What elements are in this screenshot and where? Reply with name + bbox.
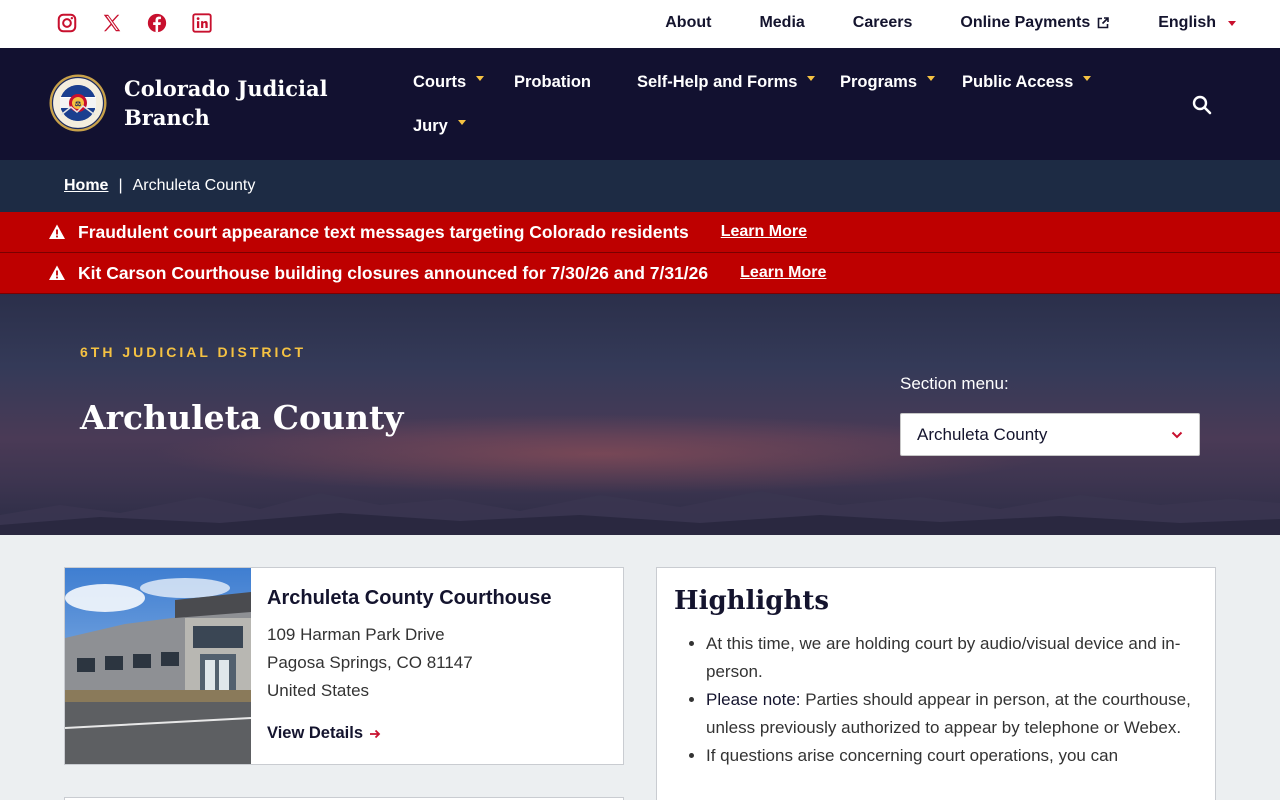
section-menu-select[interactable]: Archuleta County bbox=[900, 413, 1200, 456]
chevron-down-icon bbox=[476, 75, 485, 81]
nav-programs[interactable]: Programs bbox=[840, 68, 936, 96]
search-icon[interactable] bbox=[1190, 93, 1214, 117]
warning-icon bbox=[49, 265, 65, 280]
nav-jury[interactable]: Jury bbox=[413, 112, 466, 140]
arrow-right-icon bbox=[370, 729, 381, 738]
chevron-down-icon bbox=[1083, 75, 1092, 81]
hero-banner: 6TH JUDICIAL DISTRICT Archuleta County S… bbox=[0, 294, 1280, 535]
list-item: If questions arise concerning court oper… bbox=[706, 742, 1196, 770]
warning-icon bbox=[49, 224, 65, 239]
highlights-title: Highlights bbox=[674, 586, 830, 616]
chevron-down-icon bbox=[927, 75, 936, 81]
chevron-down-icon bbox=[1171, 431, 1183, 439]
chevron-down-icon bbox=[1228, 20, 1236, 26]
careers-link[interactable]: Careers bbox=[853, 14, 913, 32]
chevron-down-icon bbox=[807, 75, 816, 81]
courthouse-name[interactable]: Archuleta County Courthouse bbox=[267, 587, 551, 610]
alert-learn-more-link[interactable]: Learn More bbox=[721, 223, 807, 241]
alert-banner: Fraudulent court appearance text message… bbox=[0, 212, 1280, 253]
svg-text:⚖: ⚖ bbox=[75, 99, 82, 108]
nav-probation[interactable]: Probation bbox=[514, 68, 591, 96]
breadcrumb-separator: | bbox=[118, 177, 123, 194]
utility-nav: About Media Careers Online Payments Engl… bbox=[665, 14, 1236, 32]
colorado-courts-seal-logo[interactable]: ⚖ bbox=[49, 74, 107, 132]
page-title: Archuleta County bbox=[80, 398, 404, 437]
address-line: Pagosa Springs, CO 81147 bbox=[267, 653, 473, 672]
highlights-card: Highlights At this time, we are holding … bbox=[656, 567, 1216, 800]
address-line: United States bbox=[267, 681, 370, 700]
about-link[interactable]: About bbox=[665, 14, 711, 32]
linkedin-icon[interactable] bbox=[191, 12, 213, 34]
list-item: At this time, we are holding court by au… bbox=[706, 630, 1196, 686]
section-menu-value: Archuleta County bbox=[917, 424, 1048, 444]
online-payments-link[interactable]: Online Payments bbox=[960, 14, 1110, 32]
alert-text: Kit Carson Courthouse building closures … bbox=[78, 262, 709, 283]
alert-text: Fraudulent court appearance text message… bbox=[78, 221, 689, 242]
alert-learn-more-link[interactable]: Learn More bbox=[740, 264, 826, 282]
language-selector[interactable]: English bbox=[1158, 14, 1236, 32]
x-icon[interactable] bbox=[101, 12, 123, 34]
nav-self-help[interactable]: Self-Help and Forms bbox=[637, 68, 816, 96]
breadcrumb-current: Archuleta County bbox=[132, 177, 256, 194]
courthouse-address: 109 Harman Park Drive Pagosa Springs, CO… bbox=[267, 621, 473, 705]
nav-courts[interactable]: Courts bbox=[413, 68, 485, 96]
media-link[interactable]: Media bbox=[759, 14, 804, 32]
courthouse-photo bbox=[65, 568, 251, 764]
highlights-list: At this time, we are holding court by au… bbox=[706, 630, 1196, 770]
site-name[interactable]: Colorado Judicial Branch bbox=[124, 74, 354, 132]
section-menu-label: Section menu: bbox=[900, 374, 1009, 393]
site-header: ⚖ Colorado Judicial Branch Courts Probat… bbox=[0, 48, 1280, 160]
chevron-down-icon bbox=[457, 119, 466, 125]
social-links bbox=[56, 12, 213, 34]
breadcrumb: Home | Archuleta County bbox=[0, 160, 1280, 212]
district-label: 6TH JUDICIAL DISTRICT bbox=[80, 344, 307, 360]
mountain-silhouette bbox=[0, 491, 1280, 535]
nav-public-access[interactable]: Public Access bbox=[962, 68, 1092, 96]
alert-banner: Kit Carson Courthouse building closures … bbox=[0, 253, 1280, 294]
utility-bar: About Media Careers Online Payments Engl… bbox=[0, 0, 1280, 48]
courthouse-card: Archuleta County Courthouse 109 Harman P… bbox=[64, 567, 624, 765]
instagram-icon[interactable] bbox=[56, 12, 78, 34]
breadcrumb-home[interactable]: Home bbox=[64, 177, 108, 195]
address-line: 109 Harman Park Drive bbox=[267, 625, 445, 644]
external-link-icon bbox=[1097, 17, 1110, 29]
facebook-icon[interactable] bbox=[146, 12, 168, 34]
list-item: Please note: Parties should appear in pe… bbox=[706, 686, 1196, 742]
view-details-link[interactable]: View Details bbox=[267, 724, 381, 743]
